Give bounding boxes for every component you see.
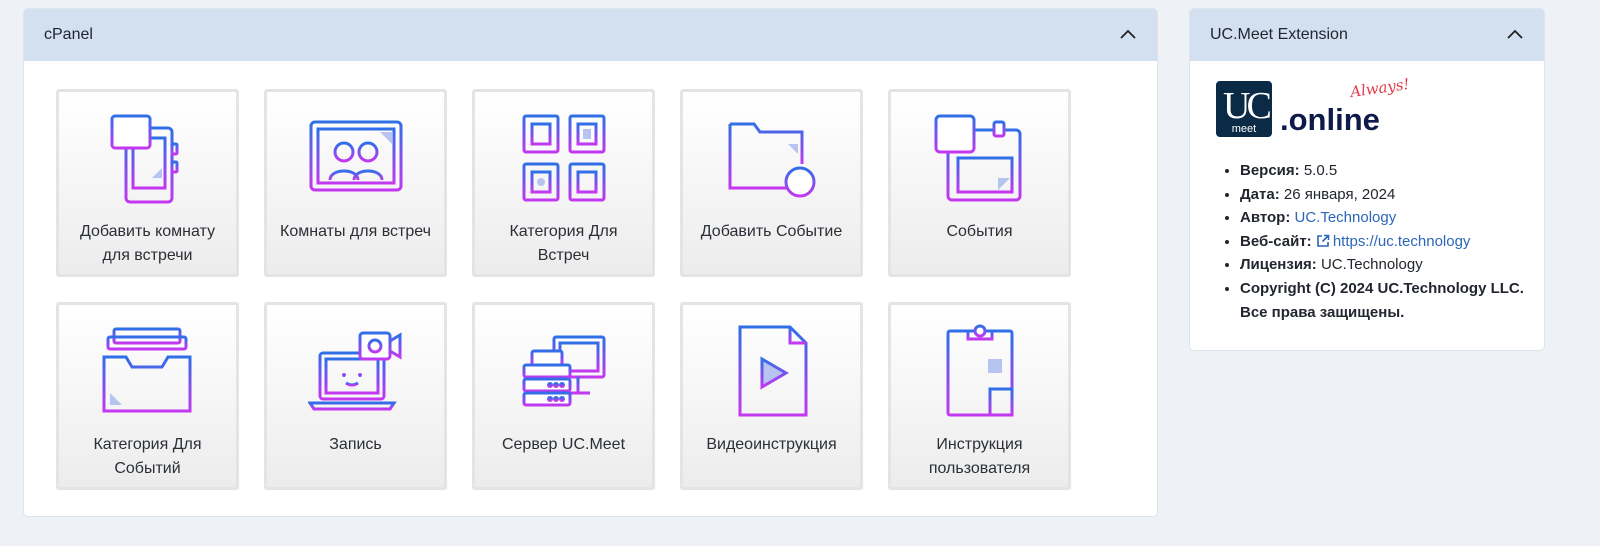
tile-label: Категория Для Событий [93, 436, 202, 477]
meeting-rooms-icon [309, 120, 402, 192]
uc-meet-logo: UC meet Always! .online [1216, 75, 1544, 137]
chevron-up-icon[interactable] [1119, 26, 1137, 44]
extension-title: UC.Meet Extension [1210, 26, 1348, 43]
extension-header[interactable]: UC.Meet Extension [1190, 9, 1544, 61]
server-icon [519, 335, 606, 415]
tile-label: Инструкция пользователя [928, 436, 1031, 477]
cpanel-card: cPanel Добавить комнату для встречи Комн… [23, 8, 1158, 517]
logo-uc: UC [1223, 85, 1272, 127]
chevron-up-icon[interactable] [1506, 26, 1524, 44]
tile-event-category[interactable]: Категория Для Событий [56, 302, 239, 490]
info-license: Лицензия: UC.Technology [1240, 253, 1528, 277]
meeting-category-icon [522, 114, 605, 202]
uc-logo-badge: UC meet [1216, 81, 1272, 137]
author-link[interactable]: UC.Technology [1295, 209, 1397, 226]
extension-card: UC.Meet Extension UC meet Always! .onlin… [1189, 8, 1545, 351]
tile-label: Категория Для Встреч [509, 223, 618, 264]
tile-user-manual[interactable]: Инструкция пользователя [888, 302, 1071, 490]
tile-meeting-rooms[interactable]: Комнаты для встреч [264, 89, 447, 277]
user-manual-icon [946, 324, 1013, 417]
add-room-icon [110, 114, 178, 204]
tile-label: Запись [329, 436, 382, 453]
external-link-icon [1317, 234, 1330, 247]
event-category-icon [102, 327, 191, 413]
website-link[interactable]: https://uc.technology [1333, 233, 1471, 250]
tile-add-event[interactable]: Добавить Событие [680, 89, 863, 277]
video-instruction-icon [738, 325, 807, 417]
logo-online: Always! .online [1280, 75, 1411, 137]
events-calendar-icon [934, 114, 1021, 202]
tile-server[interactable]: Сервер UC.Meet [472, 302, 655, 490]
recording-icon [307, 331, 401, 411]
info-copyright: Copyright (C) 2024 UC.Technology LLC. Вс… [1240, 277, 1528, 324]
add-event-folder-icon [728, 122, 815, 198]
cpanel-title: cPanel [44, 26, 93, 43]
tile-meeting-category[interactable]: Категория Для Встреч [472, 89, 655, 277]
tile-video-instruction[interactable]: Видеоинструкция [680, 302, 863, 490]
info-author: Автор: UC.Technology [1240, 206, 1528, 230]
info-website: Веб-сайт: https://uc.technology [1240, 230, 1528, 254]
tile-label: События [946, 223, 1013, 240]
info-date: Дата: 26 января, 2024 [1240, 183, 1528, 207]
tile-recording[interactable]: Запись [264, 302, 447, 490]
extension-info-list: Версия: 5.0.5 Дата: 26 января, 2024 Авто… [1240, 159, 1544, 324]
tile-label: Добавить комнату для встречи [79, 223, 216, 264]
tile-add-room[interactable]: Добавить комнату для встречи [56, 89, 239, 277]
logo-always: Always! [1349, 74, 1411, 102]
tile-label: Видеоинструкция [706, 436, 837, 453]
logo-online-text: .online [1280, 102, 1380, 137]
info-version: Версия: 5.0.5 [1240, 159, 1528, 183]
tile-label: Комнаты для встреч [280, 223, 431, 240]
cpanel-tiles: Добавить комнату для встречи Комнаты для… [56, 89, 1071, 490]
tile-events[interactable]: События [888, 89, 1071, 277]
logo-meet: meet [1231, 123, 1257, 135]
tile-label: Добавить Событие [700, 223, 843, 240]
cpanel-header[interactable]: cPanel [24, 9, 1157, 61]
tile-label: Сервер UC.Meet [501, 436, 626, 453]
